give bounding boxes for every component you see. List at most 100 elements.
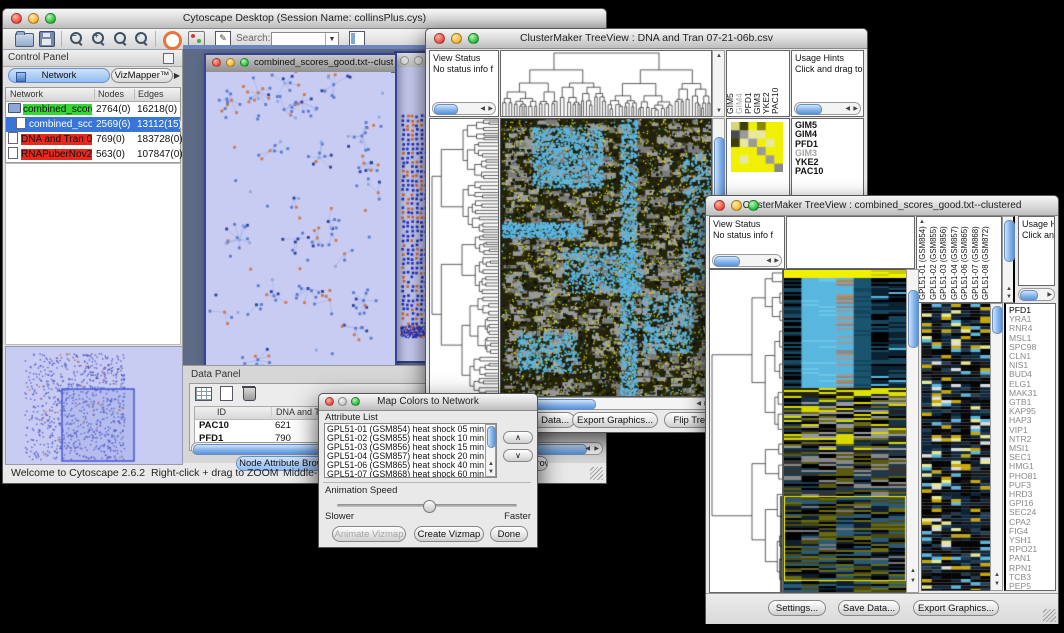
close-icon[interactable] xyxy=(400,56,409,65)
export-graphics-button[interactable]: Export Graphics... xyxy=(572,412,658,428)
status-right: Middle- xyxy=(283,467,317,479)
minimize-icon[interactable] xyxy=(226,58,235,67)
network-table: Network Nodes Edges combined_scores 2764… xyxy=(5,87,181,163)
open-session-icon[interactable] xyxy=(15,33,34,47)
tv2-view-status: View Status No status info f ◀▶ xyxy=(709,216,785,269)
network-row[interactable]: DNA and Tran 07 769(0) 183728(0) xyxy=(6,132,180,147)
resize-grip[interactable] xyxy=(1043,609,1056,622)
minimize-icon[interactable] xyxy=(338,397,347,406)
done-button[interactable]: Done xyxy=(490,526,528,542)
array-label[interactable]: GPL51-04 (GSM857) xyxy=(950,226,959,300)
array-label[interactable]: GPL51-03 (GSM856) xyxy=(939,226,948,300)
tab-network[interactable]: Network xyxy=(8,68,110,83)
network-row[interactable]: combined_scores 2764(0) 16218(0) xyxy=(6,102,180,117)
zoom-icon[interactable] xyxy=(240,58,249,67)
resize-grip[interactable] xyxy=(590,467,603,480)
move-up-button[interactable]: ∧ xyxy=(503,431,533,444)
more-tabs-icon[interactable]: ▶ xyxy=(174,71,180,80)
table-mode-icon[interactable] xyxy=(195,387,212,401)
birdseye-view[interactable] xyxy=(5,346,183,465)
tv1-row-dendrogram[interactable] xyxy=(430,119,498,395)
help-icon[interactable] xyxy=(163,31,182,50)
settings-button[interactable]: Settings... xyxy=(768,600,826,616)
delete-attribute-icon[interactable] xyxy=(243,387,256,401)
dialog-titlebar[interactable]: Map Colors to Network xyxy=(319,394,537,411)
tv2-hints-hscrollbar[interactable]: ▶ xyxy=(1018,288,1055,301)
zoom-icon[interactable] xyxy=(748,200,759,211)
zoom-in-icon[interactable]: + xyxy=(91,31,107,47)
export-graphics-button[interactable]: Export Graphics... xyxy=(913,600,999,616)
close-icon[interactable] xyxy=(434,33,445,44)
zoom-icon[interactable] xyxy=(468,33,479,44)
minimize-icon[interactable] xyxy=(414,56,423,65)
array-label[interactable]: GPL51-06 (GSM865) xyxy=(960,226,969,300)
tv2-title: ClusterMaker TreeView : combined_scores_… xyxy=(743,200,1022,211)
tv2-gene-labels: PFD1YRA1RNR4MSL1SPC98CLN1NIS1BUD4ELG1MAK… xyxy=(1004,303,1056,591)
array-label[interactable]: GPL51-08 (GSM872) xyxy=(981,226,990,300)
tv1-zoom-matrix[interactable] xyxy=(731,122,783,172)
gene-label[interactable]: PAC10 xyxy=(795,167,863,176)
tv2-titlebar[interactable]: ClusterMaker TreeView : combined_scores_… xyxy=(706,196,1058,216)
main-titlebar[interactable]: Cytoscape Desktop (Session Name: collins… xyxy=(3,9,606,29)
col-id: ID xyxy=(217,407,226,417)
create-vizmap-button[interactable]: Create Vizmap xyxy=(414,526,484,542)
tv1-titlebar[interactable]: ClusterMaker TreeView : DNA and Tran 07-… xyxy=(426,29,867,49)
close-icon[interactable] xyxy=(714,200,725,211)
tv2-button-bar: Settings... Save Data... Export Graphics… xyxy=(706,593,1058,624)
slider-thumb[interactable] xyxy=(423,500,436,513)
animate-vizmap-button[interactable]: Animate Vizmap xyxy=(332,526,406,542)
tv1-top-vscrollbar[interactable]: ▲▼ xyxy=(712,50,725,117)
array-label[interactable]: GPL51-02 (GSM855) xyxy=(929,226,938,300)
tv2-status-hscrollbar[interactable]: ◀▶ xyxy=(712,254,782,267)
zoom-icon[interactable] xyxy=(351,397,360,406)
tv2-usage-hints: Usage Hints Click and xyxy=(1018,216,1055,286)
faster-label: Faster xyxy=(504,511,531,522)
network-window-1[interactable]: combined_scores_good.txt--cluste... xyxy=(204,53,397,373)
tv2-row-dendrogram[interactable] xyxy=(710,270,782,592)
network-table-header[interactable]: Network Nodes Edges xyxy=(6,88,180,102)
status-left: Welcome to Cytoscape 2.6.2 xyxy=(11,467,145,479)
network-row[interactable]: RNAPuberNov2+ 563(0) 107847(0) xyxy=(6,147,180,162)
tv1-hints-hscrollbar[interactable]: ◀▶ xyxy=(794,102,861,115)
status-center: Right-click + drag to ZOOM xyxy=(151,467,279,479)
desktop: Cytoscape Desktop (Session Name: collins… xyxy=(0,0,1064,633)
zoom-icon[interactable] xyxy=(45,13,56,24)
zoom-fit-icon[interactable]: ▫ xyxy=(134,31,150,47)
zoom-selected-icon[interactable] xyxy=(113,31,129,47)
control-panel-title: Control Panel xyxy=(8,52,69,63)
tv2-heatmap-vscrollbar[interactable]: ▲▼ xyxy=(906,269,919,593)
tv1-status-hscrollbar[interactable]: ◀▶ xyxy=(432,102,496,115)
minimize-icon[interactable] xyxy=(28,13,39,24)
tv1-column-dendrogram[interactable] xyxy=(501,51,711,116)
tab-vizmapper[interactable]: VizMapper™ xyxy=(111,68,173,83)
save-session-icon[interactable] xyxy=(39,31,55,47)
attribute-item[interactable]: GPL51-07 (GSM868) heat shock 60 min xyxy=(327,470,494,478)
minimize-icon[interactable] xyxy=(731,200,742,211)
tv2-global-heatmap[interactable] xyxy=(783,269,907,593)
close-icon[interactable] xyxy=(11,13,22,24)
save-data-button[interactable]: Save Data... xyxy=(838,600,900,616)
tv2-zoom-vscrollbar[interactable]: ▲▼ xyxy=(990,303,1003,591)
list-vscrollbar[interactable]: ▲▼ xyxy=(485,424,496,477)
attribute-listbox[interactable]: GPL51-01 (GSM854) heat shock 05 minGPL51… xyxy=(324,423,497,478)
move-down-button[interactable]: ∨ xyxy=(503,449,533,462)
animation-slider[interactable] xyxy=(337,500,517,512)
new-attribute-icon[interactable] xyxy=(220,386,233,401)
array-label[interactable]: GPL51-07 (GSM868) xyxy=(971,226,980,300)
slower-label: Slower xyxy=(325,511,354,522)
tv1-global-heatmap[interactable] xyxy=(500,118,712,397)
column-label[interactable]: PAC10 xyxy=(770,88,780,114)
tv2-zoom-heatmap[interactable] xyxy=(921,303,991,591)
close-icon[interactable] xyxy=(212,58,221,67)
array-label[interactable]: GPL51-01 (GSM854) xyxy=(918,226,927,300)
network-row-selected[interactable]: combined_sco 2569(6) 13112(15) xyxy=(6,117,180,132)
close-icon[interactable] xyxy=(325,397,334,406)
window-controls[interactable] xyxy=(11,13,56,24)
animation-speed-label: Animation Speed xyxy=(325,485,397,496)
network-view[interactable] xyxy=(206,72,391,373)
annotation-icon[interactable]: ✎ xyxy=(215,31,231,46)
zoom-out-icon[interactable]: − xyxy=(69,31,85,47)
tv2-labels-vscrollbar[interactable]: ▲▼ xyxy=(1002,216,1015,303)
minimize-icon[interactable] xyxy=(451,33,462,44)
float-panel-icon[interactable] xyxy=(163,53,174,64)
